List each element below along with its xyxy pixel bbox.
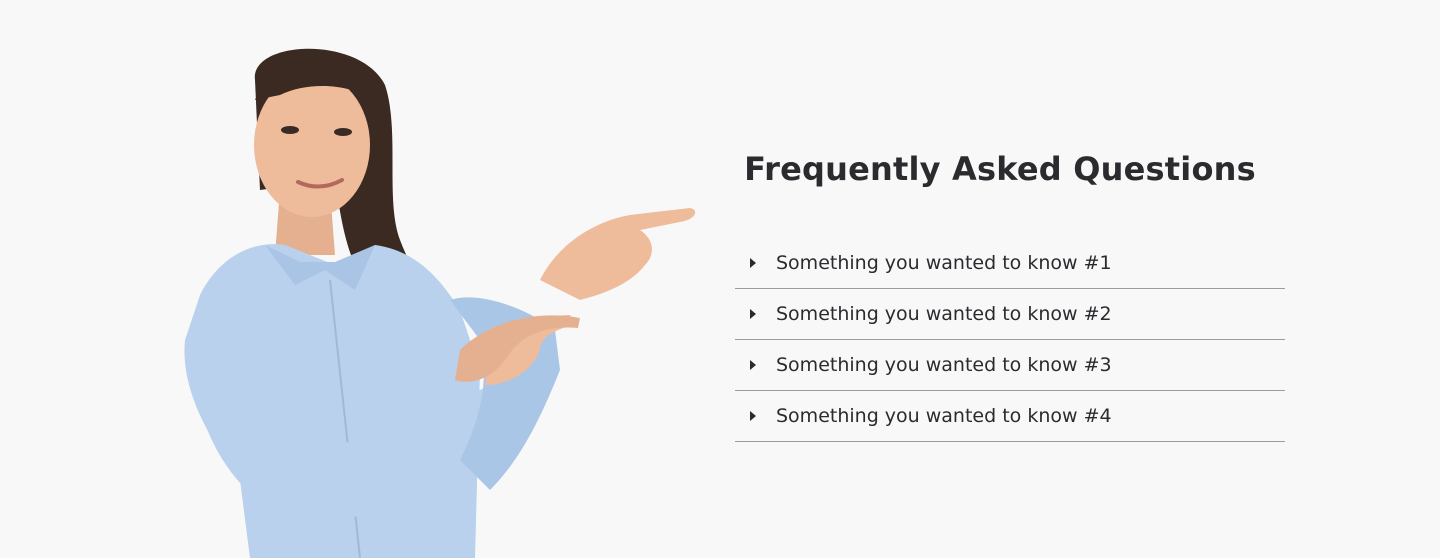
caret-right-icon <box>750 360 756 370</box>
faq-list: Something you wanted to know #1 Somethin… <box>735 238 1285 442</box>
faq-question: Something you wanted to know #4 <box>776 405 1112 427</box>
faq-item[interactable]: Something you wanted to know #4 <box>735 391 1285 442</box>
hero-woman-pointing-image <box>184 48 696 558</box>
faq-section: Frequently Asked Questions Something you… <box>735 150 1285 442</box>
faq-item[interactable]: Something you wanted to know #1 <box>735 238 1285 289</box>
faq-item[interactable]: Something you wanted to know #3 <box>735 340 1285 391</box>
faq-question: Something you wanted to know #2 <box>776 303 1112 325</box>
caret-right-icon <box>750 309 756 319</box>
upper-hand-shape <box>540 208 696 300</box>
caret-right-icon <box>750 258 756 268</box>
faq-title: Frequently Asked Questions <box>744 150 1256 188</box>
faq-item[interactable]: Something you wanted to know #2 <box>735 289 1285 340</box>
faq-question: Something you wanted to know #3 <box>776 354 1112 376</box>
faq-question: Something you wanted to know #1 <box>776 252 1112 274</box>
caret-right-icon <box>750 411 756 421</box>
